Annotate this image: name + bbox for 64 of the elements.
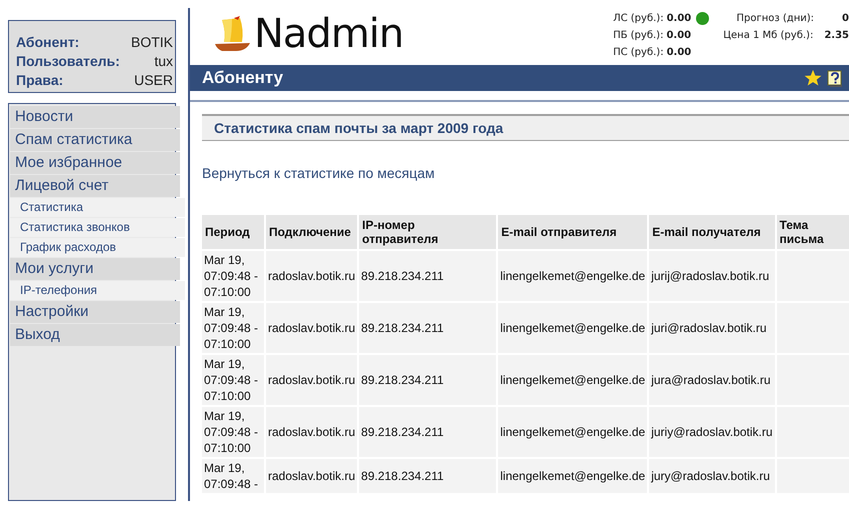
balance-label: ПС (руб.): (613, 46, 664, 58)
table-cell: juriy@radoslav.botik.ru (649, 407, 775, 457)
table-cell: radoslav.botik.ru (266, 251, 358, 301)
balance-value: 0.00 (666, 12, 692, 24)
table-cell: 89.218.234.211 (359, 407, 496, 457)
table-cell: juri@radoslav.botik.ru (649, 303, 775, 353)
table-cell: linengelkemet@engelke.de (498, 407, 648, 457)
menu-item[interactable]: Мои услуги (10, 258, 180, 280)
column-header: E-mail получателя (649, 215, 775, 249)
info-label: Абонент: (16, 33, 80, 51)
page-title: Статистика спам почты за март 2009 года (214, 120, 504, 136)
column-header: Период (202, 215, 264, 249)
info-label: Права: (16, 71, 64, 89)
submenu-item[interactable]: IP-телефония (10, 281, 185, 300)
table-cell: linengelkemet@engelke.de (498, 459, 648, 493)
balance-value: 0.00 (666, 46, 692, 58)
forecast-label: Цена 1 Мб (руб.): (723, 30, 814, 40)
menu-item[interactable]: Спам статистика (10, 129, 180, 151)
submenu-item[interactable]: Статистика звонков (10, 218, 185, 237)
star-icon[interactable] (804, 69, 822, 87)
table-cell: 89.218.234.211 (359, 303, 496, 353)
table-cell: Mar 19, 07:09:48 - (202, 459, 264, 493)
menu-item[interactable]: Лицевой счет (10, 175, 180, 197)
table-cell: Mar 19, 07:09:48 - 07:10:00 (202, 251, 264, 301)
info-value: USER (134, 71, 173, 89)
table-cell: linengelkemet@engelke.de (498, 303, 648, 353)
table-cell: Mar 19, 07:09:48 - 07:10:00 (202, 303, 264, 353)
forecast-value: 0 (841, 12, 849, 24)
column-header: Тема письма (776, 215, 849, 249)
table-cell: radoslav.botik.ru (266, 303, 358, 353)
back-link[interactable]: Вернуться к статистике по месяцам (202, 165, 435, 181)
forecast-value: 2.35 (824, 30, 849, 40)
menu-item[interactable]: Настройки (10, 301, 180, 323)
table-cell: jura@radoslav.botik.ru (649, 355, 775, 405)
table-cell: linengelkemet@engelke.de (498, 355, 648, 405)
info-value: BOTIK (130, 33, 173, 51)
info-value: tux (154, 52, 173, 70)
table-cell: 89.218.234.211 (359, 251, 496, 301)
table-cell: radoslav.botik.ru (266, 459, 358, 493)
column-header: IP-номер отправителя (359, 215, 496, 249)
section-title: Абоненту (202, 68, 284, 88)
table-cell: jury@radoslav.botik.ru (649, 459, 775, 493)
menu-item[interactable]: Новости (10, 106, 180, 128)
table-cell: Mar 19, 07:09:48 - 07:10:00 (202, 407, 264, 457)
table-cell: Mar 19, 07:09:48 - 07:10:00 (202, 355, 264, 405)
sailboat-icon (212, 14, 252, 54)
table-cell: radoslav.botik.ru (266, 407, 358, 457)
balance-label: ЛС (руб.): (613, 12, 664, 24)
help-icon[interactable] (827, 70, 843, 86)
menu-item[interactable]: Мое избранное (10, 152, 180, 174)
info-label: Пользователь: (16, 52, 120, 70)
menu-item[interactable]: Выход (10, 324, 180, 346)
table-cell: linengelkemet@engelke.de (498, 251, 648, 301)
submenu-item[interactable]: Статистика (10, 198, 185, 217)
column-header: E-mail отправителя (498, 215, 648, 249)
table-cell: radoslav.botik.ru (266, 355, 358, 405)
table-cell: 89.218.234.211 (359, 459, 496, 493)
balance-value: 0.00 (666, 30, 692, 40)
submenu-item[interactable]: График расходов (10, 238, 185, 257)
table-cell: 89.218.234.211 (359, 355, 496, 405)
table-cell: jurij@radoslav.botik.ru (649, 251, 775, 301)
balance-label: ПБ (руб.): (613, 30, 664, 40)
column-header: Подключение (266, 215, 358, 249)
forecast-label: Прогноз (дни): (736, 12, 814, 24)
